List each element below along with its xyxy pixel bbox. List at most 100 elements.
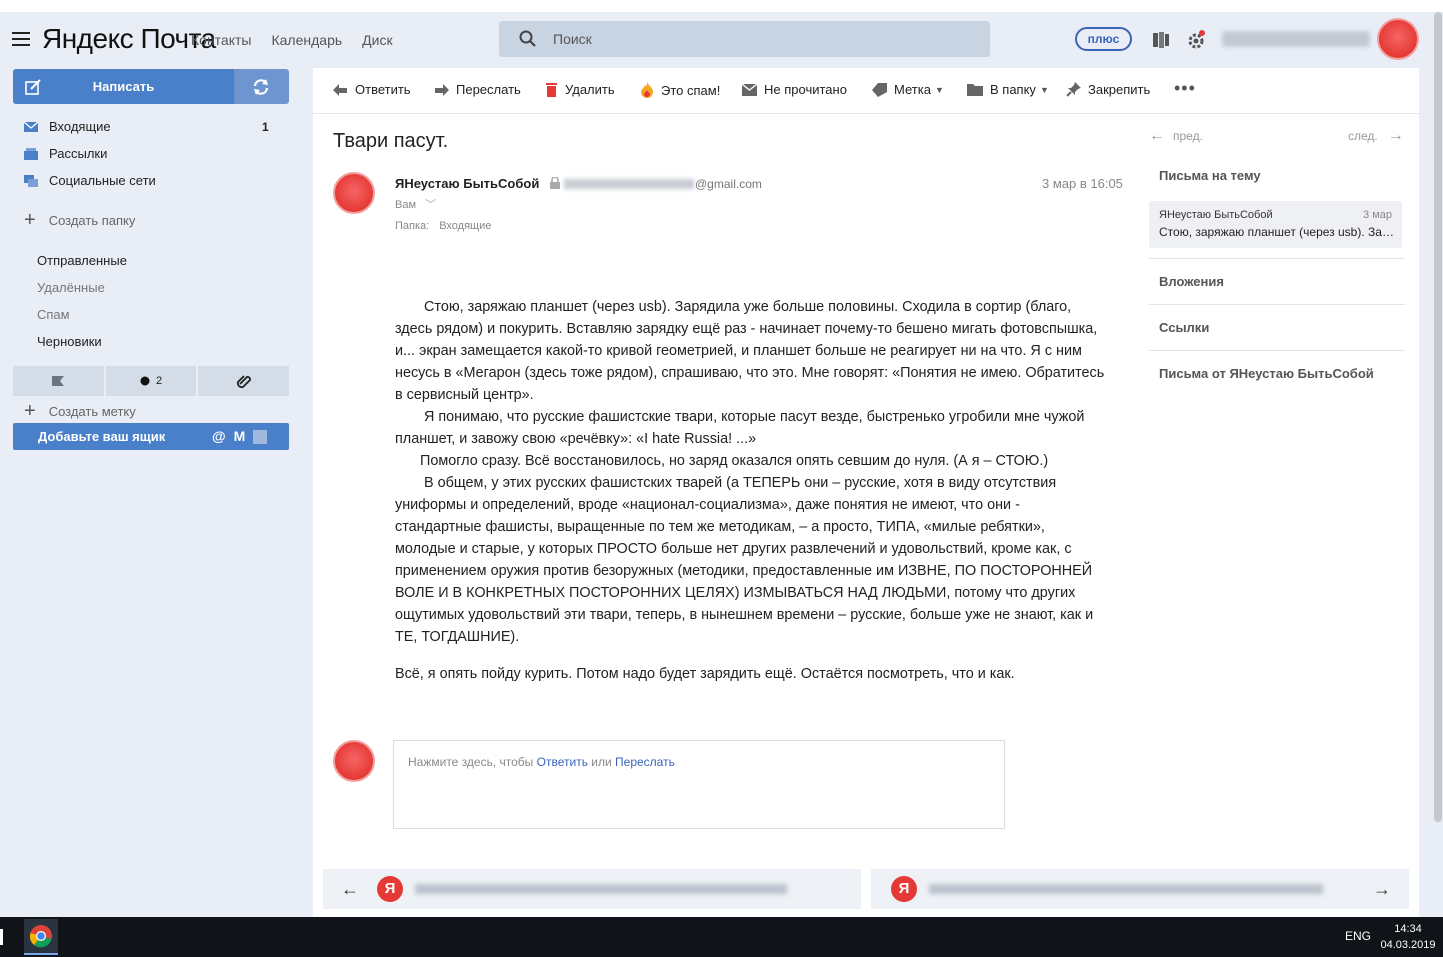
refresh-icon [253, 79, 269, 95]
folder-drafts[interactable]: Черновики [37, 334, 102, 349]
reply-icon [333, 83, 347, 96]
filter-unread[interactable]: 2 [105, 366, 199, 396]
folder-key: Папка: [395, 220, 430, 232]
search-icon [519, 30, 536, 47]
create-label-link[interactable]: + Создать метку [24, 401, 136, 421]
lock-icon [550, 177, 560, 189]
sender-name[interactable]: ЯНеустаю БытьСобой [395, 176, 539, 191]
thread-item-sender: ЯНеустаю БытьСобой [1159, 209, 1273, 221]
label-dropdown[interactable]: Метка ▼ [872, 82, 944, 97]
plus-icon: + [24, 209, 36, 231]
search-input[interactable]: Поиск [499, 21, 990, 57]
sender-avatar[interactable] [333, 172, 375, 214]
filter-flagged[interactable] [13, 366, 106, 396]
message-subject: Твари пасут. [333, 130, 449, 152]
folder-label: Входящие [49, 119, 111, 134]
folder-label: Рассылки [49, 146, 108, 161]
left-sidebar: Написать Входящие 1 Рассылки Социальные … [0, 68, 313, 918]
clock[interactable]: 14:34 04.03.2019 [1380, 921, 1436, 953]
folder-icon [967, 84, 983, 96]
refresh-button[interactable] [234, 69, 289, 104]
scrollbar[interactable] [1434, 12, 1442, 822]
thread-heading[interactable]: Письма на тему [1159, 168, 1261, 183]
yandex-logo-icon: Я [891, 876, 917, 902]
app-logo[interactable]: Яндекс Почта [42, 23, 216, 55]
mark-unread-button[interactable]: Не прочитано [742, 82, 847, 97]
prev-label: пред. [1173, 129, 1203, 143]
prev-message-link[interactable]: ← пред. [1149, 127, 1203, 145]
top-strip [0, 0, 1443, 12]
chevron-down-icon: ▼ [934, 84, 944, 95]
reply-label: Ответить [355, 82, 411, 97]
user-avatar[interactable] [1377, 18, 1419, 60]
spam-label: Это спам! [661, 82, 721, 98]
links-link[interactable]: Ссылки [1159, 320, 1209, 335]
plus-badge[interactable]: плюс [1075, 27, 1132, 51]
tag-icon [872, 82, 887, 97]
arrow-left-icon: ← [1149, 127, 1165, 144]
folder-newsletters[interactable]: Рассылки [24, 146, 107, 161]
spam-button[interactable]: Это спам! [640, 82, 720, 98]
create-label-text: Создать метку [48, 403, 136, 419]
divider [1149, 350, 1405, 351]
language-indicator[interactable]: ENG [1345, 929, 1371, 943]
filter-attachments[interactable] [198, 366, 290, 396]
add-mailbox-label: Добавьте ваш ящик [38, 429, 166, 444]
label-text: Метка [894, 82, 931, 97]
sender-letters-link[interactable]: Письма от ЯНеустаю БытьСобой [1159, 366, 1374, 381]
at-icon: @ [212, 428, 226, 444]
thread-item[interactable]: ЯНеустаю БытьСобой 3 мар Стою, заряжаю п… [1149, 201, 1402, 248]
folder-spam[interactable]: Спам [37, 307, 70, 322]
create-folder-link[interactable]: + Создать папку [24, 210, 135, 230]
apps-icon[interactable] [1150, 29, 1172, 51]
create-folder-label: Создать папку [48, 212, 136, 228]
message-panel: Ответить Переслать Удалить Это спам! Не … [313, 68, 1419, 918]
nav-calendar[interactable]: Календарь [271, 32, 342, 48]
folder-sent[interactable]: Отправленные [37, 253, 127, 268]
nav-contacts[interactable]: Контакты [191, 32, 251, 48]
divider [1149, 304, 1405, 305]
body-paragraph: Всё, я опять пойду курить. Потом надо бу… [395, 666, 1015, 682]
unread-count: 1 [262, 119, 269, 134]
nav-disk[interactable]: Диск [362, 32, 392, 48]
delete-label: Удалить [565, 82, 615, 97]
thread-item-date: 3 мар [1363, 209, 1392, 221]
folder-inbox[interactable]: Входящие 1 [24, 119, 269, 134]
more-options-icon[interactable]: ••• [1174, 78, 1196, 99]
recipient[interactable]: Вам ﹀ [395, 196, 436, 212]
chrome-taskbar-button[interactable] [24, 919, 58, 955]
folder-value[interactable]: Входящие [439, 220, 491, 232]
folder-social[interactable]: Социальные сети [24, 173, 156, 188]
gear-icon[interactable] [1186, 29, 1208, 51]
delete-button[interactable]: Удалить [545, 82, 615, 97]
body-paragraph: Я понимаю, что русские фашистские твари,… [395, 409, 1085, 447]
newsletters-icon [24, 147, 38, 160]
attachments-link[interactable]: Вложения [1159, 274, 1224, 289]
quick-forward-link[interactable]: Переслать [615, 755, 675, 769]
compose-button[interactable]: Написать [13, 69, 234, 104]
os-taskbar: ENG 14:34 04.03.2019 [0, 917, 1443, 957]
top-nav: Контакты Календарь Диск [191, 32, 393, 48]
sender-email-domain: @gmail.com [695, 177, 762, 191]
folder-deleted[interactable]: Удалённые [37, 280, 105, 295]
forward-icon [435, 83, 449, 96]
move-folder-dropdown[interactable]: В папку ▼ [967, 82, 1049, 97]
next-message-bar[interactable]: Я → [871, 869, 1409, 909]
next-message-link[interactable]: след. → [1348, 127, 1404, 145]
menu-icon[interactable] [12, 32, 30, 46]
quick-reply-box[interactable]: Нажмите здесь, чтобы Ответить или Пересл… [393, 740, 1005, 829]
plus-icon: + [24, 400, 36, 422]
forward-button[interactable]: Переслать [434, 82, 521, 97]
message-body: Стою, заряжаю планшет (через usb). Заряд… [395, 296, 1107, 685]
mailbox-provider-icons: @ M [212, 428, 268, 444]
reply-button[interactable]: Ответить [333, 82, 411, 97]
pin-button[interactable]: Закрепить [1066, 82, 1150, 97]
message-folder: Папка: Входящие [395, 220, 491, 232]
divider [1149, 258, 1405, 259]
filter-bar: 2 [13, 366, 290, 396]
prev-message-bar[interactable]: ← Я [323, 869, 861, 909]
quick-reply-link[interactable]: Ответить [537, 755, 588, 769]
body-paragraph: Помогло сразу. Всё восстановилось, но за… [420, 453, 1049, 469]
add-mailbox-button[interactable]: Добавьте ваш ящик @ M [13, 423, 289, 450]
username-blurred[interactable] [1222, 31, 1370, 47]
